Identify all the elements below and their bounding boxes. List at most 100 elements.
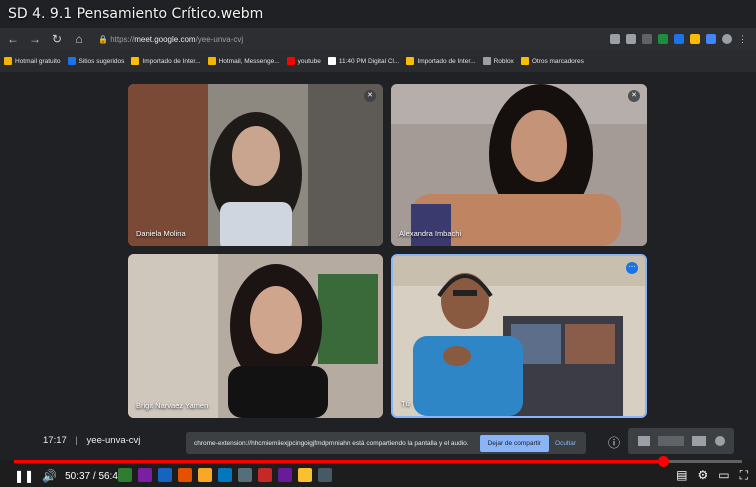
bookmark-label: 11:40 PM Digital Cl...	[338, 57, 400, 65]
word-icon[interactable]	[158, 468, 172, 482]
extension-icon[interactable]	[658, 34, 668, 44]
meeting-details: 17:17 | yee-unva-cvj	[43, 435, 140, 446]
share-message: chrome-extension://hhcmiemiiexjpcingoigj…	[194, 439, 469, 447]
bookmark-label: Importado de Inter...	[142, 57, 201, 65]
back-icon[interactable]: ←	[4, 32, 22, 46]
participant-tile[interactable]: ✕ Alexandra Imbachi	[391, 84, 647, 246]
url-path: /yee-unva-cvj	[195, 34, 244, 44]
camera-icon[interactable]	[610, 34, 620, 44]
reload-icon[interactable]: ↻	[48, 32, 66, 46]
bookmark-item[interactable]: Hotmail, Messenge...	[207, 57, 280, 65]
bookmark-icon	[207, 57, 216, 65]
chrome-icon[interactable]	[198, 468, 212, 482]
onenote-icon[interactable]	[138, 468, 152, 482]
app-icon[interactable]	[318, 468, 332, 482]
video-frame: SD 4. 9.1 Pensamiento Crítico.webm ← → ↻…	[0, 0, 756, 487]
bookmark-label: Hotmail, Messenge...	[218, 57, 280, 65]
participant-video	[128, 84, 383, 246]
video-title: SD 4. 9.1 Pensamiento Crítico.webm	[8, 6, 264, 22]
profile-avatar[interactable]	[722, 34, 732, 44]
more-options-icon[interactable]: ⋯	[626, 262, 638, 274]
bookmark-icon	[4, 57, 12, 65]
bookmark-icon	[520, 57, 529, 65]
mic-muted-icon: ✕	[364, 90, 376, 102]
menu-icon[interactable]: ⋮	[738, 34, 748, 44]
bookmark-label: Sitios sugeridos	[78, 57, 125, 65]
meet-grid: ✕ Daniela Molina ✕ Alexandra Imbachi Bri…	[0, 72, 756, 422]
host-controls-icon	[715, 436, 725, 446]
info-icon[interactable]: ⓘ	[608, 434, 620, 451]
extension-icon[interactable]	[642, 34, 652, 44]
acrobat-icon[interactable]	[258, 468, 272, 482]
lock-icon: 🔒	[98, 34, 111, 44]
bookmark-item[interactable]: Roblox	[482, 57, 514, 65]
stop-sharing-button[interactable]: Dejar de compartir	[479, 434, 550, 452]
participant-video	[128, 254, 383, 418]
bookmark-label: Importado de Inter...	[417, 57, 476, 65]
chat-icon	[658, 436, 684, 446]
theater-icon[interactable]: ▭	[718, 468, 729, 483]
people-icon	[638, 436, 650, 446]
participant-video	[391, 84, 647, 246]
screen-share-notification: chrome-extension://hhcmiemiiexjpcingoigj…	[186, 432, 586, 454]
extension-icons: ⋮	[610, 34, 748, 44]
bookmark-label: Hotmail gratuito	[15, 57, 61, 65]
bookmark-item[interactable]: Importado de Inter...	[131, 57, 201, 65]
bookmark-item[interactable]: 11:40 PM Digital Cl...	[327, 57, 400, 65]
meeting-code: yee-unva-cvj	[86, 435, 141, 446]
bookmark-label: Roblox	[493, 57, 514, 65]
bookmark-icon	[327, 57, 336, 65]
hide-button[interactable]: Ocultar	[555, 440, 576, 447]
bookmark-item[interactable]: Hotmail gratuito	[4, 57, 61, 65]
bookmark-icon	[131, 57, 140, 65]
forward-icon[interactable]: →	[26, 32, 44, 46]
powerpoint-icon[interactable]	[178, 468, 192, 482]
bookmark-item[interactable]: Importado de Inter...	[406, 57, 476, 65]
pause-icon[interactable]: ❚❚	[14, 469, 34, 483]
mic-muted-icon: ✕	[628, 90, 640, 102]
separator: |	[75, 435, 78, 446]
participant-name: Brigit Narvaez Yamen	[136, 401, 209, 410]
meeting-time: 17:17	[43, 435, 67, 446]
settings-icon[interactable]: ⚙	[697, 468, 708, 483]
bookmark-item[interactable]: Sitios sugeridos	[67, 57, 125, 65]
seek-bar[interactable]	[14, 456, 742, 467]
bookmark-icon	[406, 57, 415, 65]
url-host: meet.google.com	[134, 34, 196, 44]
participant-tile[interactable]: ✕ Daniela Molina	[128, 84, 383, 246]
outlook-icon[interactable]	[218, 468, 232, 482]
participant-name: Alexandra Imbachi	[399, 229, 462, 238]
url-prefix: https://	[110, 34, 135, 44]
participant-tile[interactable]: Brigit Narvaez Yamen	[128, 254, 383, 418]
bookmarks-bar: Hotmail gratuito Sitios sugeridos Importad…	[0, 50, 756, 72]
excel-icon[interactable]	[118, 468, 132, 482]
bookmark-item[interactable]: youtube	[286, 57, 321, 65]
participant-name: Tú	[401, 399, 410, 408]
app-icon[interactable]	[278, 468, 292, 482]
explorer-icon[interactable]	[238, 468, 252, 482]
bookmark-icon	[482, 57, 491, 65]
star-icon[interactable]	[626, 34, 636, 44]
bookmark-icon	[67, 57, 76, 65]
seek-bar-played	[14, 460, 663, 463]
extension-icon[interactable]	[674, 34, 684, 44]
self-tile[interactable]: ⋯ Tú	[391, 254, 647, 418]
participant-video	[393, 256, 645, 416]
extension-icon[interactable]	[690, 34, 700, 44]
subtitles-icon[interactable]: ▤	[676, 468, 687, 483]
url-field[interactable]: 🔒 https://meet.google.com/yee-unva-cvj	[98, 35, 610, 44]
home-icon[interactable]: ⌂	[70, 32, 88, 46]
bookmark-item[interactable]: Otros marcadores	[520, 57, 584, 65]
people-chat-panel[interactable]	[628, 428, 734, 454]
folder-icon[interactable]	[298, 468, 312, 482]
player-right-controls: ▤ ⚙ ▭ ⛶	[676, 468, 748, 483]
participant-name: Daniela Molina	[136, 229, 186, 238]
panel-icons	[638, 436, 725, 446]
volume-icon[interactable]: 🔊	[42, 469, 57, 483]
fullscreen-icon[interactable]: ⛶	[740, 468, 748, 483]
extension-icon[interactable]	[706, 34, 716, 44]
bookmark-label: youtube	[297, 57, 321, 65]
bookmark-icon	[286, 57, 295, 65]
activities-icon	[692, 436, 706, 446]
address-bar-row: ← → ↻ ⌂ 🔒 https://meet.google.com/yee-un…	[0, 28, 756, 50]
